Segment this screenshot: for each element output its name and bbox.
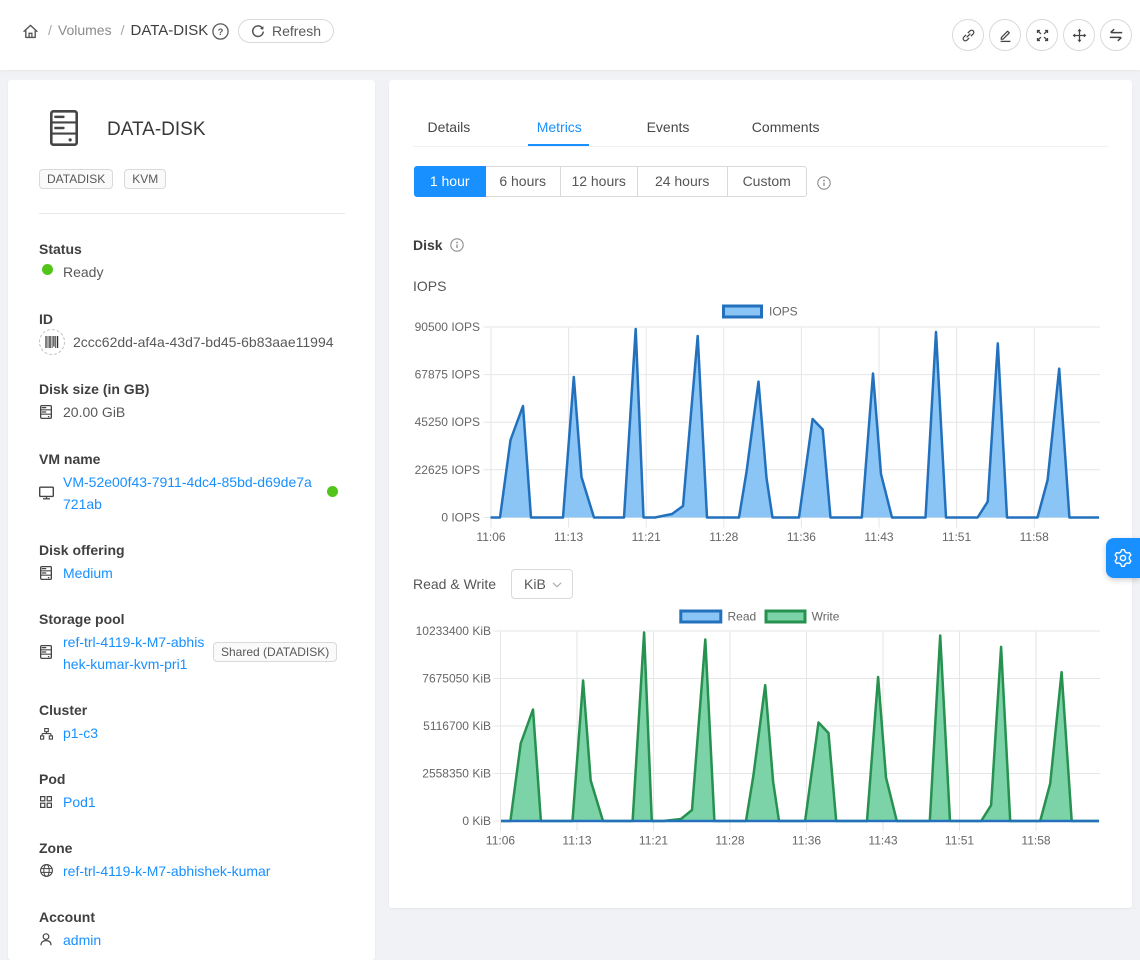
svg-text:11:13: 11:13 [562, 834, 591, 848]
svg-text:90500 IOPS: 90500 IOPS [415, 320, 480, 334]
svg-text:45250 IOPS: 45250 IOPS [415, 415, 480, 429]
svg-text:0 IOPS: 0 IOPS [441, 511, 480, 525]
svg-text:11:58: 11:58 [1021, 834, 1050, 848]
svg-text:11:28: 11:28 [709, 530, 738, 544]
svg-text:?: ? [218, 27, 224, 38]
svg-text:11:36: 11:36 [787, 530, 816, 544]
svg-text:Read: Read [728, 610, 757, 624]
svg-text:11:21: 11:21 [639, 834, 668, 848]
svg-text:5116700 KiB: 5116700 KiB [423, 719, 491, 733]
svg-text:11:58: 11:58 [1020, 530, 1049, 544]
svg-text:IOPS: IOPS [769, 305, 798, 319]
svg-text:67875 IOPS: 67875 IOPS [415, 368, 480, 382]
svg-text:11:43: 11:43 [868, 834, 897, 848]
svg-text:11:36: 11:36 [792, 834, 821, 848]
svg-text:11:51: 11:51 [945, 834, 974, 848]
svg-text:11:28: 11:28 [715, 834, 744, 848]
svg-text:11:06: 11:06 [476, 530, 505, 544]
svg-text:11:21: 11:21 [632, 530, 661, 544]
svg-text:7675050 KiB: 7675050 KiB [422, 672, 491, 686]
svg-text:11:43: 11:43 [864, 530, 893, 544]
svg-text:11:13: 11:13 [554, 530, 583, 544]
svg-text:11:51: 11:51 [942, 530, 971, 544]
svg-text:0 KiB: 0 KiB [462, 814, 491, 828]
svg-text:Write: Write [812, 610, 840, 624]
svg-text:10233400 KiB: 10233400 KiB [416, 624, 491, 638]
svg-text:22625 IOPS: 22625 IOPS [415, 463, 480, 477]
svg-text:11:06: 11:06 [486, 834, 515, 848]
svg-text:2558350 KiB: 2558350 KiB [422, 767, 491, 781]
